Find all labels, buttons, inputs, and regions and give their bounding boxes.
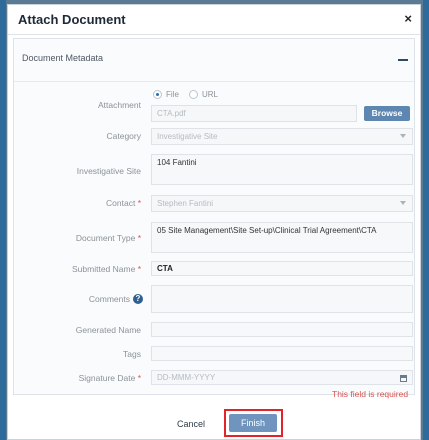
signature-date-label: Signature Date * <box>44 373 141 383</box>
finish-button[interactable]: Finish <box>229 414 277 432</box>
required-marker: * <box>137 198 141 208</box>
radio-url-label: URL <box>202 90 219 99</box>
investigative-site-field[interactable]: 104 Fantini <box>151 154 413 185</box>
category-select[interactable]: Investigative Site <box>151 128 413 145</box>
signature-date-error: This field is required <box>332 389 409 399</box>
submitted-name-label-text: Submitted Name <box>72 264 136 274</box>
contact-value: Stephen Fantini <box>157 199 214 208</box>
section-title: Document Metadata <box>22 53 104 63</box>
tags-label: Tags <box>123 349 141 359</box>
document-type-label-text: Document Type <box>75 233 136 243</box>
background-panel-left <box>0 0 6 440</box>
chevron-down-icon <box>400 201 406 205</box>
generated-name-label: Generated Name <box>75 325 141 335</box>
contact-select[interactable]: Stephen Fantini <box>151 195 413 212</box>
required-marker: * <box>137 264 141 274</box>
investigative-site-label: Investigative Site <box>76 166 141 176</box>
help-icon[interactable]: ? <box>133 294 143 304</box>
contact-label: Contact * <box>44 198 141 208</box>
submitted-name-field[interactable]: CTA <box>151 261 413 276</box>
attach-document-dialog: Attach Document × Document Metadata Atta… <box>7 4 421 440</box>
collapse-icon[interactable] <box>398 59 408 61</box>
required-marker: * <box>137 373 141 383</box>
category-label: Category <box>106 131 142 141</box>
contact-label-text: Contact <box>106 198 136 208</box>
calendar-icon[interactable] <box>400 375 407 382</box>
dialog-titlebar: Attach Document × <box>8 5 420 35</box>
comments-label: Comments <box>88 294 130 304</box>
document-metadata-section: Document Metadata Attachment File URL CT… <box>13 38 415 399</box>
signature-date-label-text: Signature Date <box>78 373 136 383</box>
generated-name-field[interactable] <box>151 322 413 337</box>
signature-date-field[interactable]: DD-MMM-YYYY <box>151 370 413 385</box>
attachment-file-field: CTA.pdf <box>151 105 357 122</box>
required-marker: * <box>137 233 141 243</box>
radio-url[interactable] <box>189 90 198 99</box>
document-type-field[interactable]: 05 Site Management\Site Set-up\Clinical … <box>151 222 413 253</box>
attachment-label: Attachment <box>98 100 141 110</box>
background-panel-right <box>423 0 429 440</box>
submitted-name-label: Submitted Name * <box>44 264 141 274</box>
comments-field[interactable] <box>151 285 413 313</box>
document-type-label: Document Type * <box>44 233 141 243</box>
dialog-title: Attach Document <box>18 12 126 27</box>
radio-file[interactable] <box>153 90 162 99</box>
browse-button[interactable]: Browse <box>364 106 410 121</box>
radio-file-label: File <box>166 90 179 99</box>
category-value: Investigative Site <box>157 132 218 141</box>
chevron-down-icon <box>400 134 406 138</box>
tags-field[interactable] <box>151 346 413 361</box>
signature-date-placeholder: DD-MMM-YYYY <box>157 373 216 382</box>
section-header: Document Metadata <box>14 39 414 82</box>
cancel-button[interactable]: Cancel <box>177 419 205 429</box>
close-icon[interactable]: × <box>404 11 412 26</box>
